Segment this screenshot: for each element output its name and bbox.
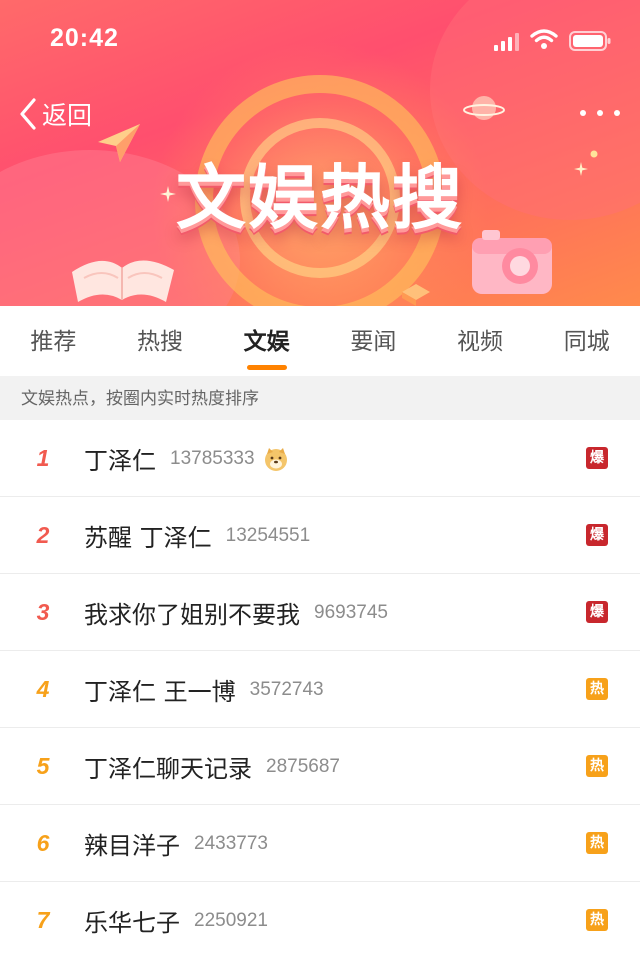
back-button[interactable]: 返回 — [18, 94, 92, 134]
item-heat-count: 2250921 — [194, 909, 268, 931]
item-title: 丁泽仁 王一博 — [84, 678, 236, 706]
tab-local[interactable]: 同城 — [533, 306, 640, 376]
hot-badge: 热 — [586, 832, 608, 854]
explode-badge: 爆 — [586, 601, 608, 623]
item-heat-count: 9693745 — [314, 601, 388, 623]
hot-badge: 热 — [586, 678, 608, 700]
item-title: 我求你了姐别不要我 — [84, 601, 300, 629]
category-tabs: 推荐 热搜 文娱 要闻 视频 同城 — [0, 306, 640, 376]
item-heat-count: 13254551 — [225, 524, 311, 546]
back-label: 返回 — [42, 101, 93, 130]
banner-title: 文娱热搜 — [120, 148, 520, 248]
sparkle-icon — [574, 162, 588, 176]
rank-number: 1 — [36, 445, 50, 471]
explode-badge: 爆 — [586, 524, 608, 546]
more-options-button[interactable] — [580, 103, 620, 123]
item-heat-count: 3572743 — [249, 678, 324, 700]
planet-icon — [463, 96, 505, 120]
battery-icon — [569, 31, 611, 51]
list-item[interactable]: 4 丁泽仁 王一博 3572743 热 — [0, 651, 640, 728]
rank-number: 4 — [36, 676, 50, 702]
wifi-icon — [530, 29, 558, 49]
page-title: 文娱热搜 — [176, 157, 464, 239]
header-banner: 20:42 返回 文娱热搜 — [0, 0, 640, 306]
item-heat-count: 13785333 — [170, 447, 255, 469]
status-time: 20:42 — [50, 24, 119, 52]
tab-entertainment[interactable]: 文娱 — [213, 306, 320, 376]
list-item[interactable]: 7 乐华七子 2250921 热 — [0, 882, 640, 959]
tab-news[interactable]: 要闻 — [320, 306, 427, 376]
item-title: 丁泽仁聊天记录 — [84, 755, 252, 783]
hot-badge: 热 — [586, 909, 608, 931]
list-item[interactable]: 1 丁泽仁 13785333 爆 — [0, 420, 640, 497]
list-item[interactable]: 3 我求你了姐别不要我 9693745 爆 — [0, 574, 640, 651]
list-item[interactable]: 5 丁泽仁聊天记录 2875687 热 — [0, 728, 640, 805]
item-heat-count: 2433773 — [194, 832, 268, 854]
active-tab-indicator — [246, 365, 287, 370]
cube-icon — [402, 284, 430, 306]
rank-number: 3 — [36, 599, 50, 625]
rank-number: 5 — [36, 753, 50, 779]
item-title: 辣目洋子 — [84, 832, 180, 860]
doge-emoji-icon — [264, 447, 287, 471]
list-description: 文娱热点，按圈内实时热度排序 — [0, 376, 640, 420]
item-title: 乐华七子 — [84, 909, 180, 937]
signal-icon — [494, 33, 519, 51]
list-item[interactable]: 6 辣目洋子 2433773 热 — [0, 805, 640, 882]
sparkle-icon — [590, 150, 598, 158]
list-item[interactable]: 2 苏醒 丁泽仁 13254551 爆 — [0, 497, 640, 574]
tab-video[interactable]: 视频 — [427, 306, 534, 376]
rank-number: 2 — [36, 522, 50, 548]
tab-recommend[interactable]: 推荐 — [0, 306, 107, 376]
item-title: 苏醒 丁泽仁 — [84, 524, 212, 552]
status-bar: 20:42 — [0, 0, 640, 80]
rank-number: 6 — [36, 830, 50, 856]
item-heat-count: 2875687 — [266, 755, 340, 777]
tab-hot-search[interactable]: 热搜 — [107, 306, 214, 376]
item-title: 丁泽仁 — [84, 447, 156, 475]
explode-badge: 爆 — [586, 447, 608, 469]
chevron-left-icon — [20, 98, 36, 130]
more-icon — [580, 110, 586, 116]
hot-badge: 热 — [586, 755, 608, 777]
rank-number: 7 — [36, 907, 50, 933]
hot-search-list: 1 丁泽仁 13785333 爆 2 苏醒 丁泽仁 13254551 爆 3 我… — [0, 420, 640, 959]
